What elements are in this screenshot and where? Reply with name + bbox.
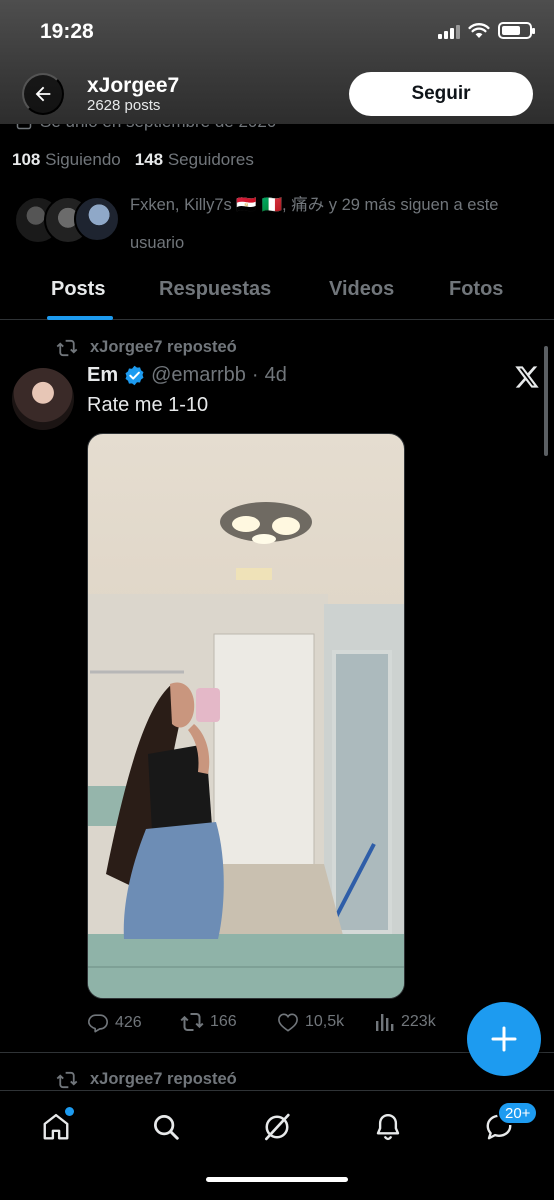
views-button[interactable]: 223k [375, 1012, 436, 1032]
reply-count: 426 [115, 1014, 142, 1031]
nav-grok[interactable] [255, 1105, 299, 1149]
mirror-selfie-image [88, 502, 404, 998]
followed-by-avatars[interactable] [14, 196, 124, 246]
tab-posts[interactable]: Posts [51, 278, 105, 301]
x-logo-icon[interactable] [514, 364, 540, 390]
repost-label: xJorgee7 reposteó [90, 338, 237, 356]
post-author-handle[interactable]: @emarrbb [151, 364, 246, 387]
nav-notifications[interactable] [366, 1105, 410, 1149]
scrollbar[interactable] [544, 346, 548, 456]
battery-icon [498, 22, 535, 39]
tab-fotos[interactable]: Fotos [449, 278, 503, 301]
follow-button[interactable]: Seguir [349, 72, 533, 116]
home-indicator[interactable] [206, 1177, 348, 1182]
nav-home[interactable] [34, 1105, 78, 1149]
following-label: Siguiendo [45, 150, 121, 169]
search-icon [154, 1115, 179, 1140]
back-button[interactable] [22, 73, 64, 115]
next-repost-indicator[interactable]: xJorgee7 reposteó [56, 1070, 237, 1089]
post-separator: · [251, 364, 259, 386]
repost-icon [56, 339, 78, 356]
following-link[interactable]: 108 Siguiendo [12, 150, 121, 170]
post-author-name[interactable]: Em [87, 364, 118, 387]
nav-messages[interactable]: 20+ [477, 1101, 539, 1149]
follow-counts: 108 Siguiendo 148 Seguidores [12, 150, 254, 170]
like-count: 10,5k [305, 1013, 345, 1030]
heart-icon [278, 1013, 298, 1032]
cellular-signal-icon [438, 23, 460, 39]
tab-respuestas[interactable]: Respuestas [159, 278, 271, 301]
post-media-photo[interactable] [87, 433, 405, 999]
compose-button[interactable] [467, 1002, 541, 1076]
plus-icon [491, 1026, 517, 1052]
reply-button[interactable]: 426 [87, 1012, 142, 1034]
profile-tabs: Posts Respuestas Videos Fotos [0, 268, 554, 320]
home-notification-dot [65, 1107, 74, 1116]
nav-search[interactable] [144, 1105, 188, 1149]
avatar [74, 196, 120, 242]
post-actions: 426 166 10,5k 223k [87, 1012, 487, 1036]
avatar[interactable] [12, 368, 74, 430]
grok-icon [265, 1113, 290, 1141]
active-tab-indicator [47, 316, 113, 320]
post-age[interactable]: 4d [265, 364, 287, 387]
repost-button[interactable]: 166 [180, 1012, 237, 1032]
reply-icon [88, 1014, 108, 1033]
arrow-left-icon [35, 86, 51, 102]
followers-link[interactable]: 148 Seguidores [135, 150, 254, 170]
status-time: 19:28 [40, 20, 94, 43]
wifi-icon [468, 22, 490, 38]
followers-label: Seguidores [167, 150, 254, 169]
bottom-navigation: 20+ [0, 1090, 554, 1200]
repost-count: 166 [210, 1013, 237, 1030]
repost-icon [56, 1071, 78, 1088]
bell-icon [376, 1113, 400, 1141]
profile-header: 19:28 xJorgee7 2628 posts Seguir [0, 0, 554, 124]
following-count: 108 [12, 150, 41, 169]
header-username: xJorgee7 [87, 74, 180, 97]
home-icon [43, 1113, 69, 1140]
repost-label: xJorgee7 reposteó [90, 1070, 237, 1088]
header-post-count: 2628 posts [87, 97, 161, 114]
repost-indicator[interactable]: xJorgee7 reposteó [56, 338, 237, 357]
followed-by-text[interactable]: Fxken, Killy7s 🇪🇬 🇮🇹, 痛み y 29 más siguen… [130, 186, 540, 262]
verified-badge-icon [125, 365, 144, 386]
like-button[interactable]: 10,5k [277, 1012, 344, 1032]
post-header: Em @emarrbb · 4d [87, 364, 287, 387]
status-icons [438, 22, 535, 39]
tab-videos[interactable]: Videos [329, 278, 394, 301]
messages-badge: 20+ [497, 1101, 539, 1125]
post-text: Rate me 1-10 [87, 394, 209, 416]
repost-icon [180, 1013, 204, 1031]
followers-count: 148 [134, 150, 164, 169]
views-icon [376, 1014, 394, 1031]
view-count: 223k [401, 1013, 436, 1030]
